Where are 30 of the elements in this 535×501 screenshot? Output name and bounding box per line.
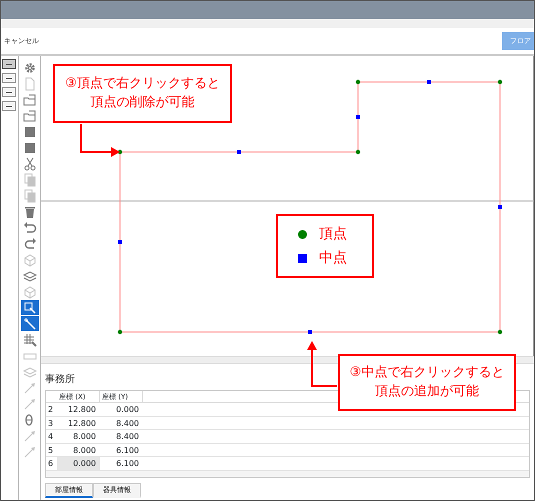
row-number: 2	[47, 404, 54, 416]
callout-tooltip: ③頂点で右クリックすると 頂点の削除が可能	[53, 64, 232, 123]
table-cell[interactable]: 8.000	[57, 430, 100, 442]
table-cell[interactable]: 0.000	[57, 457, 100, 470]
table-cell[interactable]: 6.100	[100, 444, 143, 456]
row-number: 4	[47, 431, 54, 442]
table-cell[interactable]: 8.400	[100, 430, 143, 442]
table-cell[interactable]: 0.000	[100, 403, 143, 416]
table-cell[interactable]: 12.800	[57, 403, 100, 416]
panel-title: 事務所	[45, 374, 75, 385]
row-number: 6	[47, 458, 54, 470]
table-cell[interactable]: 8.400	[100, 416, 143, 429]
panel-toggle-button[interactable]	[2, 73, 16, 83]
folder-icon[interactable]	[20, 108, 38, 123]
callout-tooltip: ③中点で右クリックすると 頂点の追加が可能	[338, 354, 516, 411]
panel-toggle-button[interactable]	[2, 87, 16, 97]
wand-icon[interactable]	[20, 316, 38, 331]
panel-toggle-button[interactable]	[2, 59, 16, 69]
row-number: 5	[47, 444, 54, 456]
table-cell[interactable]: 12.800	[57, 416, 100, 429]
row-number: 3	[47, 418, 54, 429]
legend-label: 中点	[319, 248, 347, 268]
panel-toggle-button[interactable]	[2, 101, 16, 111]
legend-label: 頂点	[319, 224, 347, 244]
select-icon[interactable]	[20, 300, 38, 315]
pointer-arrow	[307, 341, 337, 387]
pointer-arrow	[80, 124, 120, 157]
folder-icon[interactable]	[20, 92, 38, 107]
table-cell[interactable]: 6.100	[100, 457, 143, 470]
table-cell[interactable]: 8.000	[57, 444, 100, 456]
